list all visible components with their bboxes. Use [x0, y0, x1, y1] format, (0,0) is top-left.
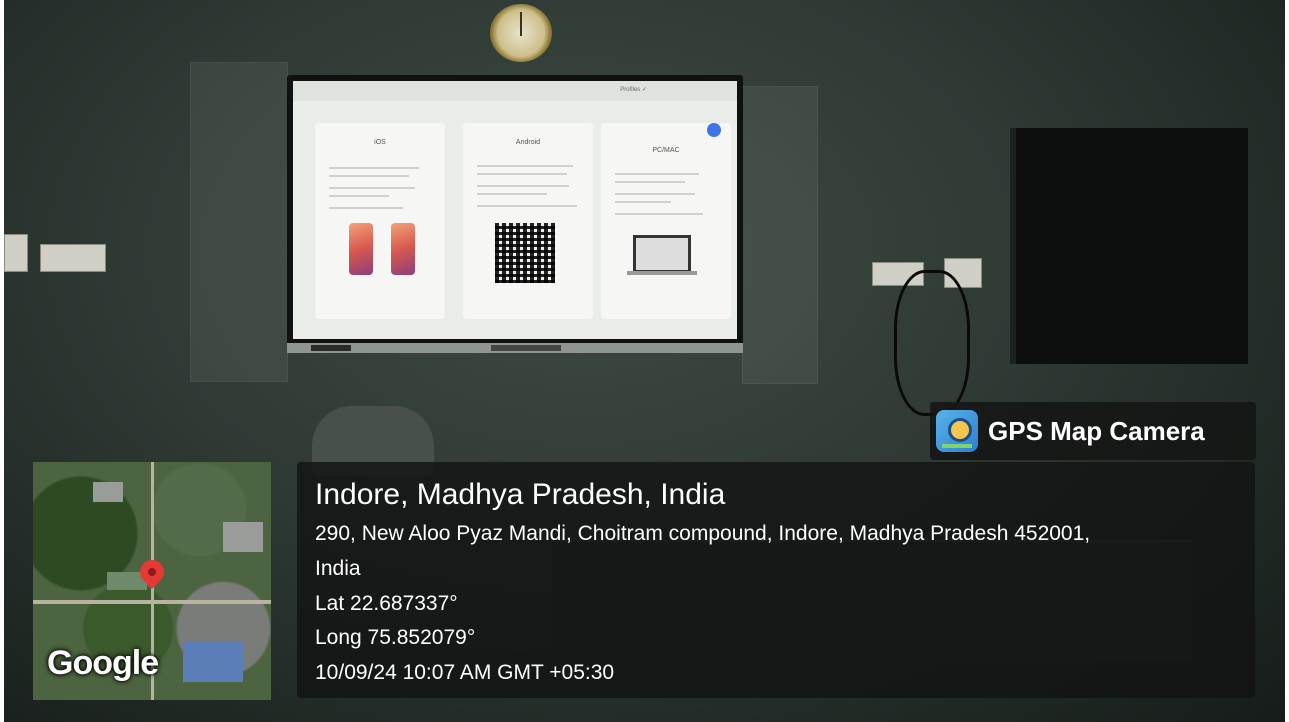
phone-image [349, 223, 373, 275]
wall-panel-right [742, 86, 818, 384]
card-pcmac-title: PC/MAC [652, 147, 680, 154]
display-bezel-bottom [287, 343, 743, 353]
card-ios-title: iOS [374, 139, 386, 146]
longitude: Long 75.852079° [315, 626, 476, 649]
laptop-image [633, 235, 691, 273]
qr-code [495, 223, 555, 283]
card-android-title: Android [515, 139, 541, 146]
card-pcmac: PC/MAC [601, 123, 731, 319]
latitude: Lat 22.687337° [315, 592, 458, 615]
wall-socket [4, 234, 28, 272]
address-line-2: India [315, 557, 361, 580]
location-info-panel: Indore, Madhya Pradesh, India 290, New A… [297, 462, 1255, 698]
gps-map-camera-icon [936, 410, 978, 452]
card-android: Android [463, 123, 593, 319]
datetime: 10/09/24 10:07 AM GMT +05:30 [315, 661, 615, 684]
app-name: GPS Map Camera [988, 416, 1205, 446]
screen-corner-icon [707, 123, 721, 137]
card-ios: iOS [315, 123, 445, 319]
interactive-display: Profiles ✓ iOS Android PC/MAC [287, 75, 743, 353]
dark-doorway [1010, 128, 1248, 364]
wall-socket [40, 244, 106, 272]
wall-clock [490, 4, 552, 62]
address-line-1: 290, New Aloo Pyaz Mandi, Choitram compo… [315, 522, 1091, 545]
app-badge: GPS Map Camera [930, 402, 1256, 460]
phone-image [391, 223, 415, 275]
google-logo: Google [47, 644, 159, 682]
screen-header-text: Profiles ✓ [620, 87, 647, 93]
cable [894, 270, 970, 416]
screen-header: Profiles ✓ [293, 81, 737, 101]
location-title: Indore, Madhya Pradesh, India [315, 478, 726, 511]
wall-panel-left [190, 62, 288, 382]
display-screen: Profiles ✓ iOS Android PC/MAC [293, 81, 737, 339]
map-thumbnail: Google [33, 462, 271, 700]
